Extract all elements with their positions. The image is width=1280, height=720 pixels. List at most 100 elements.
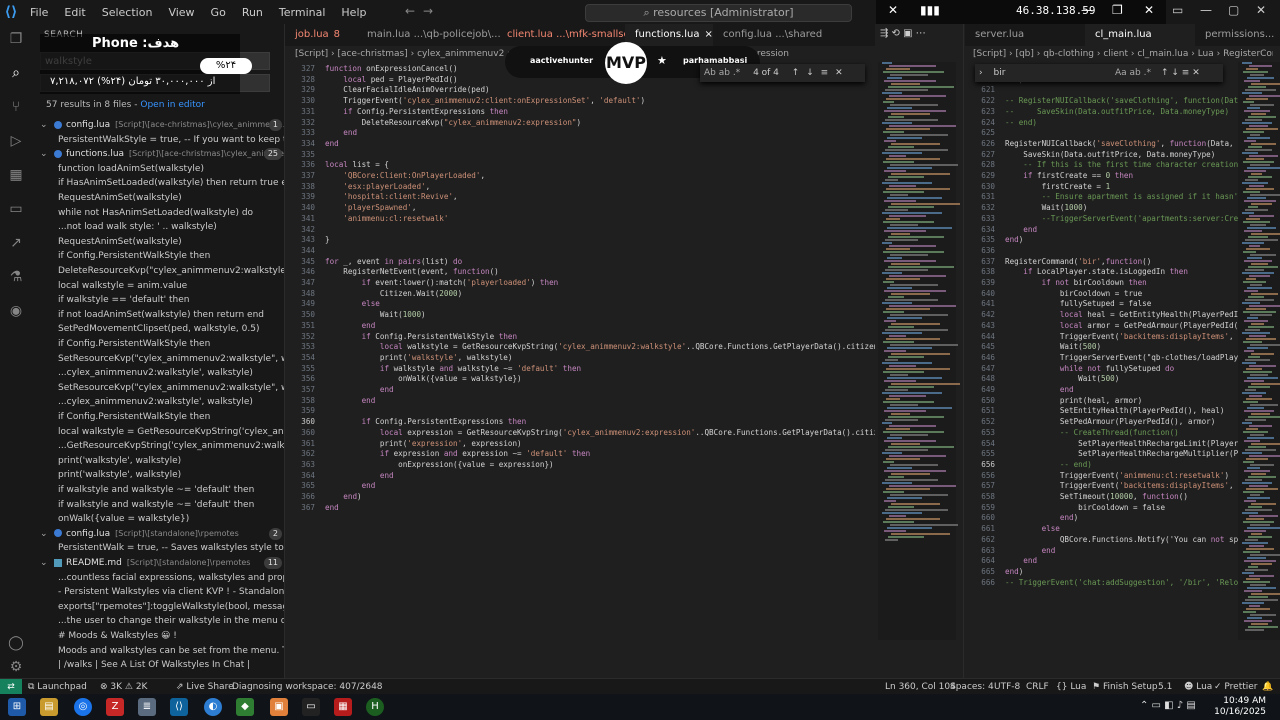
code-line[interactable]: 649 end — [965, 385, 1073, 396]
result-file-row[interactable]: ⌄ config.lua [Script]\[ace-christmas]\cyle… — [32, 118, 284, 133]
code-line[interactable]: 349 else — [285, 299, 380, 310]
code-line[interactable]: 362 if expression and expression ~= 'def… — [285, 449, 590, 460]
left-editor-tab[interactable]: job.lua 8 — [285, 24, 357, 46]
result-match-row[interactable]: RequestAnimSet(walkstyle) — [32, 235, 284, 250]
menu-edit[interactable]: Edit — [56, 6, 93, 19]
code-line[interactable]: 343} — [285, 235, 329, 246]
code-line[interactable]: 651 SetEntityHealth(PlayerPedId(), heal) — [965, 406, 1224, 417]
find-prev-icon[interactable]: ↑ — [792, 68, 800, 78]
code-line[interactable]: 627 SaveSkin(Data.outfitPrice, Data.mone… — [965, 150, 1215, 161]
restore-remote-icon[interactable]: ❐ — [1112, 3, 1123, 17]
app4-icon[interactable]: H — [366, 698, 384, 716]
close-tab-icon[interactable]: × — [704, 29, 712, 40]
code-line[interactable]: 337 'QBCore:Client:OnPlayerLoaded', — [285, 171, 485, 182]
code-line[interactable]: 344 — [285, 246, 325, 257]
copilot-icon[interactable]: ◉ — [7, 302, 25, 320]
menu-run[interactable]: Run — [234, 6, 271, 19]
result-match-row[interactable]: print('walkstyle', walkstyle) — [32, 468, 284, 483]
result-match-row[interactable]: local walkstyle = GetResourceKvpString('… — [32, 425, 284, 440]
browser-icon[interactable]: ◐ — [204, 698, 222, 716]
code-line[interactable]: 638 if LocalPlayer.state.isLoggedIn then — [965, 267, 1188, 278]
code-line[interactable]: 350 Wait(1000) — [285, 310, 425, 321]
result-match-row[interactable]: function loadAnimSet(walkstyle) — [32, 162, 284, 177]
live-share-item[interactable]: ⇗ Live Share — [176, 679, 234, 695]
code-line[interactable]: 635 end) — [965, 235, 1023, 246]
code-line[interactable]: 658 SetTimeout(10000, function() — [965, 492, 1188, 503]
find-close-icon[interactable]: ✕ — [835, 68, 843, 78]
code-line[interactable]: 329 ClearFacialIdleAnimOverride(ped) — [285, 85, 489, 96]
code-line[interactable]: 360 if Config.PersistentExpressions then — [285, 417, 526, 428]
result-match-row[interactable]: if Config.PersistentWalkStyle then — [32, 337, 284, 352]
finish-setup[interactable]: ⚑ Finish Setup — [1092, 679, 1158, 695]
find-expand-icon[interactable]: › — [979, 68, 983, 78]
right-editor-tab[interactable]: cl_main.lua — [1085, 24, 1195, 46]
code-line[interactable]: 367 end — [285, 503, 338, 514]
code-line[interactable]: 625 — [965, 128, 1005, 139]
source-control-icon[interactable]: ⑂ — [7, 98, 25, 116]
search-icon[interactable]: ⌕ — [7, 64, 25, 82]
minimize-icon[interactable]: — — [1200, 3, 1212, 17]
code-line[interactable]: 656 -- end) — [965, 460, 1092, 471]
code-line[interactable]: 356 onWalk({value = walkstyle}) — [285, 374, 521, 385]
code-line[interactable]: 336 local list = { — [285, 160, 389, 171]
code-line[interactable]: 621 — [965, 85, 1005, 96]
code-line[interactable]: 640 birCooldown = true — [965, 289, 1142, 300]
account-icon[interactable]: ◯ — [7, 634, 25, 652]
windows-start-icon[interactable]: ⊞ — [8, 698, 26, 716]
result-match-row[interactable]: PersistentWalkStyle = true, -- If you wa… — [32, 133, 284, 148]
code-line[interactable]: 648 Wait(500) — [965, 374, 1119, 385]
right-editor-tab[interactable]: server.lua — [965, 24, 1085, 46]
code-line[interactable]: 654 SetPlayerHealthRechargeLimit(Player — [965, 439, 1238, 450]
cursor-position[interactable]: Ln 360, Col 104 — [885, 679, 956, 695]
terminal-icon[interactable]: ▭ — [302, 698, 320, 716]
right-code-editor[interactable]: 619 SetPedArmour(PlayerPedId(), armor)62… — [965, 62, 1240, 678]
code-line[interactable]: 659 birCooldown = false — [965, 503, 1165, 514]
result-match-row[interactable]: ...cylex_animmenuv2:walkstyle', walkstyl… — [32, 395, 284, 410]
vscode-taskbar-icon[interactable]: ⟨⟩ — [170, 698, 188, 716]
find-next-icon[interactable]: ↓ — [806, 68, 814, 78]
right-editor-tab[interactable]: permissions... — [1195, 24, 1280, 46]
code-line[interactable]: 660 end) — [965, 513, 1078, 524]
left-editor-tab[interactable]: main.lua ...\qb-policejob\... — [357, 24, 501, 46]
code-line[interactable]: 357 end — [285, 385, 393, 396]
close-remote-icon[interactable]: ✕ — [1144, 3, 1154, 17]
result-file-row[interactable]: ⌄ config.lua [Script]\[standalone]\rpemote… — [32, 527, 284, 542]
code-line[interactable]: 652 SetPedArmour(PlayerPedId(), armor) — [965, 417, 1215, 428]
code-line[interactable]: 327 function onExpressionCancel() — [285, 64, 457, 75]
language-mode[interactable]: {} Lua — [1056, 679, 1086, 695]
code-line[interactable]: 628 -- If this is the first time charact… — [965, 160, 1238, 171]
command-center-search[interactable]: ⌕ resources [Administrator] — [585, 4, 852, 22]
line-ending[interactable]: CRLF — [1026, 679, 1049, 695]
code-line[interactable]: 629 if firstCreate == 0 then — [965, 171, 1133, 182]
menu-terminal[interactable]: Terminal — [271, 6, 334, 19]
code-line[interactable]: 663 end — [965, 546, 1055, 557]
code-line[interactable]: 345 for _, event in pairs(list) do — [285, 257, 462, 268]
code-line[interactable]: 633 --TriggerServerEvent('apartments:ser… — [965, 214, 1238, 225]
find-options-icon[interactable]: Aa ab .* — [1115, 64, 1151, 82]
remote-explorer-icon[interactable]: ▭ — [7, 200, 25, 218]
testing-icon[interactable]: ⚗ — [7, 268, 25, 286]
code-line[interactable]: 361 print('expression', expression) — [285, 439, 521, 450]
left-editor-tab[interactable]: functions.lua × — [625, 24, 713, 46]
code-line[interactable]: 339 'hospital:client:Revive', — [285, 192, 457, 203]
editor-group-divider[interactable] — [963, 24, 964, 678]
code-line[interactable]: 645 Wait(500) — [965, 342, 1101, 353]
code-line[interactable]: 342 — [285, 225, 325, 236]
app2-icon[interactable]: ▣ — [270, 698, 288, 716]
code-line[interactable]: 360 local expression = GetResourceKvpStr… — [285, 428, 875, 439]
find-options[interactable]: Ab ab .* — [704, 68, 740, 78]
chevron-down-icon[interactable]: ⌄ — [40, 147, 52, 162]
code-line[interactable]: 655 SetPlayerHealthRechargeMultiplier(P — [965, 449, 1238, 460]
result-match-row[interactable]: if Config.PersistentWalkStyle then — [32, 410, 284, 425]
code-line[interactable]: 636 — [965, 246, 1005, 257]
result-match-row[interactable]: exports["rpemotes"]:toggleWalkstyle(bool… — [32, 600, 284, 615]
system-tray-icon[interactable]: ⌃ ▭ ◧ ♪ ▤ — [1140, 700, 1196, 711]
settings-gear-icon[interactable]: ⚙ — [7, 658, 25, 676]
result-match-row[interactable]: if Config.PersistentWalkStyle then — [32, 249, 284, 264]
lua-status[interactable]: ☻ Lua — [1184, 679, 1212, 695]
code-line[interactable]: 657 TriggerEvent('backitems:displayItems… — [965, 481, 1240, 492]
code-line[interactable]: 622 -- RegisterNUICallback('saveClothing'… — [965, 96, 1240, 107]
code-line[interactable]: 346 RegisterNetEvent(event, function() — [285, 267, 498, 278]
remote-indicator-icon[interactable]: ⇄ — [0, 679, 22, 695]
left-code-editor[interactable]: 327 function onExpressionCancel() 328 loca… — [285, 62, 875, 678]
